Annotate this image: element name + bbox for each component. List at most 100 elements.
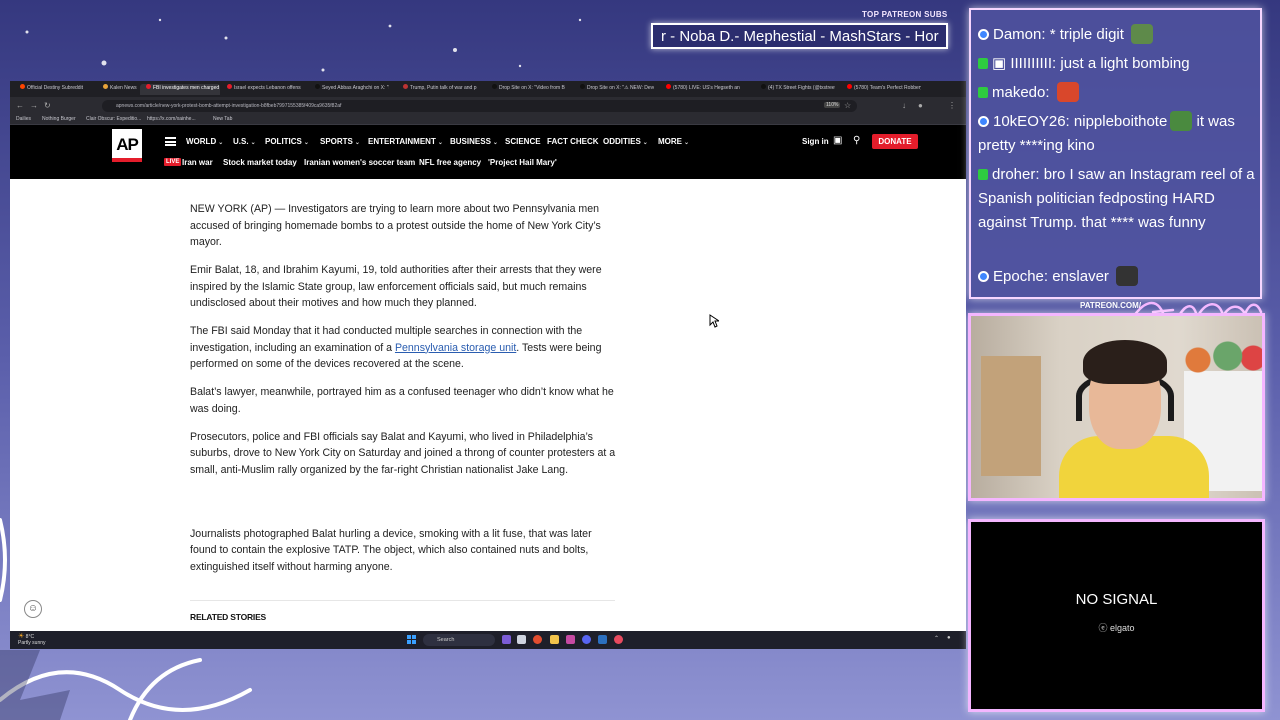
windows-start-icon[interactable] xyxy=(407,635,416,644)
chat-message: ▣ IIIIIIIIII: just a light bombing xyxy=(978,52,1258,76)
tab-favicon-icon xyxy=(403,84,408,89)
task-view-icon[interactable] xyxy=(517,635,526,644)
comments-icon[interactable]: ▣ xyxy=(833,135,842,146)
kick-badge-icon xyxy=(978,58,988,69)
chat-message: makedo: xyxy=(978,81,1258,105)
tray-chevron-icon[interactable]: ⌃ xyxy=(934,635,939,642)
zoom-indicator[interactable]: 110% xyxy=(824,102,841,108)
nav-item-entertainment[interactable]: ENTERTAINMENT ⌄ xyxy=(368,137,443,146)
tab-favicon-icon xyxy=(492,84,497,89)
app-icon[interactable] xyxy=(502,635,511,644)
file-explorer-icon[interactable] xyxy=(550,635,559,644)
weather-widget[interactable]: ☀ 8°C Partly sunny xyxy=(18,633,46,646)
nav-item-politics[interactable]: POLITICS ⌄ xyxy=(265,137,309,146)
nav-item-label: WORLD xyxy=(186,137,217,146)
chat-message: Epoche: enslaver xyxy=(978,265,1258,289)
obs-icon[interactable] xyxy=(614,635,623,644)
browser-tab[interactable]: Official Destiny Subreddit xyxy=(14,84,94,95)
browser-tab[interactable]: Drop Site on X: "Video from B xyxy=(486,84,566,95)
back-icon[interactable]: ← xyxy=(16,101,24,110)
chevron-down-icon: ⌄ xyxy=(492,140,498,146)
download-icon[interactable]: ↓ xyxy=(902,101,906,110)
url-bar[interactable]: apnews.com/article/new-york-protest-bomb… xyxy=(102,100,857,112)
capture-no-signal-panel: NO SIGNAL ⓔ elgato xyxy=(968,519,1265,712)
nav-item-label: SPORTS xyxy=(320,137,353,146)
browser-icon[interactable] xyxy=(533,635,542,644)
article-paragraph: The FBI said Monday that it had conducte… xyxy=(190,325,602,370)
bookmark-star-icon[interactable]: ☆ xyxy=(844,101,851,110)
bookmark-item[interactable]: Nothing Burger xyxy=(42,116,76,122)
menu-icon[interactable]: ⋮ xyxy=(948,101,956,110)
nav-item-label: MORE xyxy=(658,137,682,146)
trending-link[interactable]: Stock market today xyxy=(223,158,297,167)
donate-button[interactable]: DONATE xyxy=(872,134,918,149)
browser-tab[interactable]: Trump, Putin talk of war and p xyxy=(397,84,477,95)
chevron-down-icon: ⌄ xyxy=(437,140,443,146)
chevron-down-icon: ⌄ xyxy=(250,140,256,146)
nav-item-sports[interactable]: SPORTS ⌄ xyxy=(320,137,360,146)
tab-strip: Official Destiny Subreddit Kalen News FBI … xyxy=(10,81,966,97)
tab-title: (4) TX Street Fights (@txstreet xyxy=(768,85,835,91)
ad-spacer xyxy=(190,490,620,526)
hamburger-menu-icon[interactable] xyxy=(165,137,176,146)
browser-window: Official Destiny Subreddit Kalen News FBI … xyxy=(10,81,966,649)
tab-title: Israel expects Lebanon offensi xyxy=(234,85,301,91)
subscriber-badge-icon xyxy=(978,29,989,40)
browser-tab[interactable]: Drop Site on X: "⚠ NEW: Devo xyxy=(574,84,654,95)
trending-link[interactable]: 'Project Hail Mary' xyxy=(488,158,557,167)
trending-link[interactable]: NFL free agency xyxy=(419,158,481,167)
article-paragraph: Journalists photographed Balat hurling a… xyxy=(190,527,592,573)
reload-icon[interactable]: ↻ xyxy=(44,101,51,110)
section-divider xyxy=(190,600,615,601)
app-icon[interactable] xyxy=(566,635,575,644)
sign-in-link[interactable]: Sign in xyxy=(802,137,829,146)
discord-icon[interactable] xyxy=(582,635,591,644)
bookmark-item[interactable]: Dailies xyxy=(16,116,31,122)
browser-tab[interactable]: Seyed Abbas Araghchi on X: "I xyxy=(309,84,389,95)
browser-tab[interactable]: (5780) LIVE: US's Hegseth and xyxy=(660,84,740,95)
nav-item-business[interactable]: BUSINESS ⌄ xyxy=(450,137,498,146)
app-icon[interactable] xyxy=(598,635,607,644)
browser-tab[interactable]: Israel expects Lebanon offensi xyxy=(221,84,301,95)
nav-item-label: ENTERTAINMENT xyxy=(368,137,436,146)
nav-item-label: FACT CHECK xyxy=(547,137,599,146)
chevron-down-icon: ⌄ xyxy=(354,140,360,146)
tab-title: Drop Site on X: "⚠ NEW: Devo xyxy=(587,85,654,91)
accessibility-icon[interactable]: ☺ xyxy=(24,600,42,618)
no-signal-text: NO SIGNAL xyxy=(1075,591,1158,608)
browser-tab[interactable]: Kalen News xyxy=(97,84,137,95)
address-bar-row: ← → ↻ apnews.com/article/new-york-protes… xyxy=(10,97,966,115)
storage-unit-link[interactable]: Pennsylvania storage unit xyxy=(395,342,516,354)
bookmark-item[interactable]: https://x.com/xainhe... xyxy=(147,116,196,122)
nav-item-label: SCIENCE xyxy=(505,137,541,146)
ap-logo[interactable]: AP xyxy=(112,129,142,162)
trending-link[interactable]: Iran war xyxy=(182,158,213,167)
nav-item-u-s-[interactable]: U.S. ⌄ xyxy=(233,137,256,146)
webcam-feed xyxy=(968,313,1265,501)
tab-favicon-icon xyxy=(580,84,585,89)
tab-title: (5780) LIVE: US's Hegseth and xyxy=(673,85,740,91)
nav-item-world[interactable]: WORLD ⌄ xyxy=(186,137,223,146)
nav-item-fact-check[interactable]: FACT CHECK xyxy=(547,137,599,146)
taskbar-search[interactable]: Search xyxy=(423,634,495,646)
browser-tab[interactable]: (5780) Team's Perfect Robbery xyxy=(841,84,921,95)
forward-icon[interactable]: → xyxy=(30,101,38,110)
nav-item-more[interactable]: MORE ⌄ xyxy=(658,137,689,146)
tray-mic-icon[interactable]: ● xyxy=(947,635,951,641)
search-icon[interactable]: ⚲ xyxy=(853,135,860,146)
article-paragraph: Balat’s lawyer, meanwhile, portrayed him… xyxy=(190,386,614,415)
trending-link[interactable]: Iranian women's soccer team xyxy=(304,158,415,167)
bookmark-item[interactable]: Clair Obscur: Expeditio... xyxy=(86,116,141,122)
live-badge: LIVE xyxy=(164,158,182,166)
tab-title: FBI investigates men charged i xyxy=(153,85,220,91)
bookmark-item[interactable]: New Tab xyxy=(213,116,232,122)
browser-tab[interactable]: (4) TX Street Fights (@txstreet xyxy=(755,84,835,95)
extensions-icon[interactable]: ● xyxy=(918,101,923,110)
browser-tab[interactable]: FBI investigates men charged i xyxy=(140,84,220,95)
chat-message: droher: bro I saw an Instagram reel of a… xyxy=(978,166,1255,231)
chevron-down-icon: ⌄ xyxy=(642,140,648,146)
tab-favicon-icon xyxy=(666,84,671,89)
emote-icon xyxy=(1056,82,1079,102)
nav-item-science[interactable]: SCIENCE xyxy=(505,137,541,146)
nav-item-oddities[interactable]: ODDITIES ⌄ xyxy=(603,137,648,146)
